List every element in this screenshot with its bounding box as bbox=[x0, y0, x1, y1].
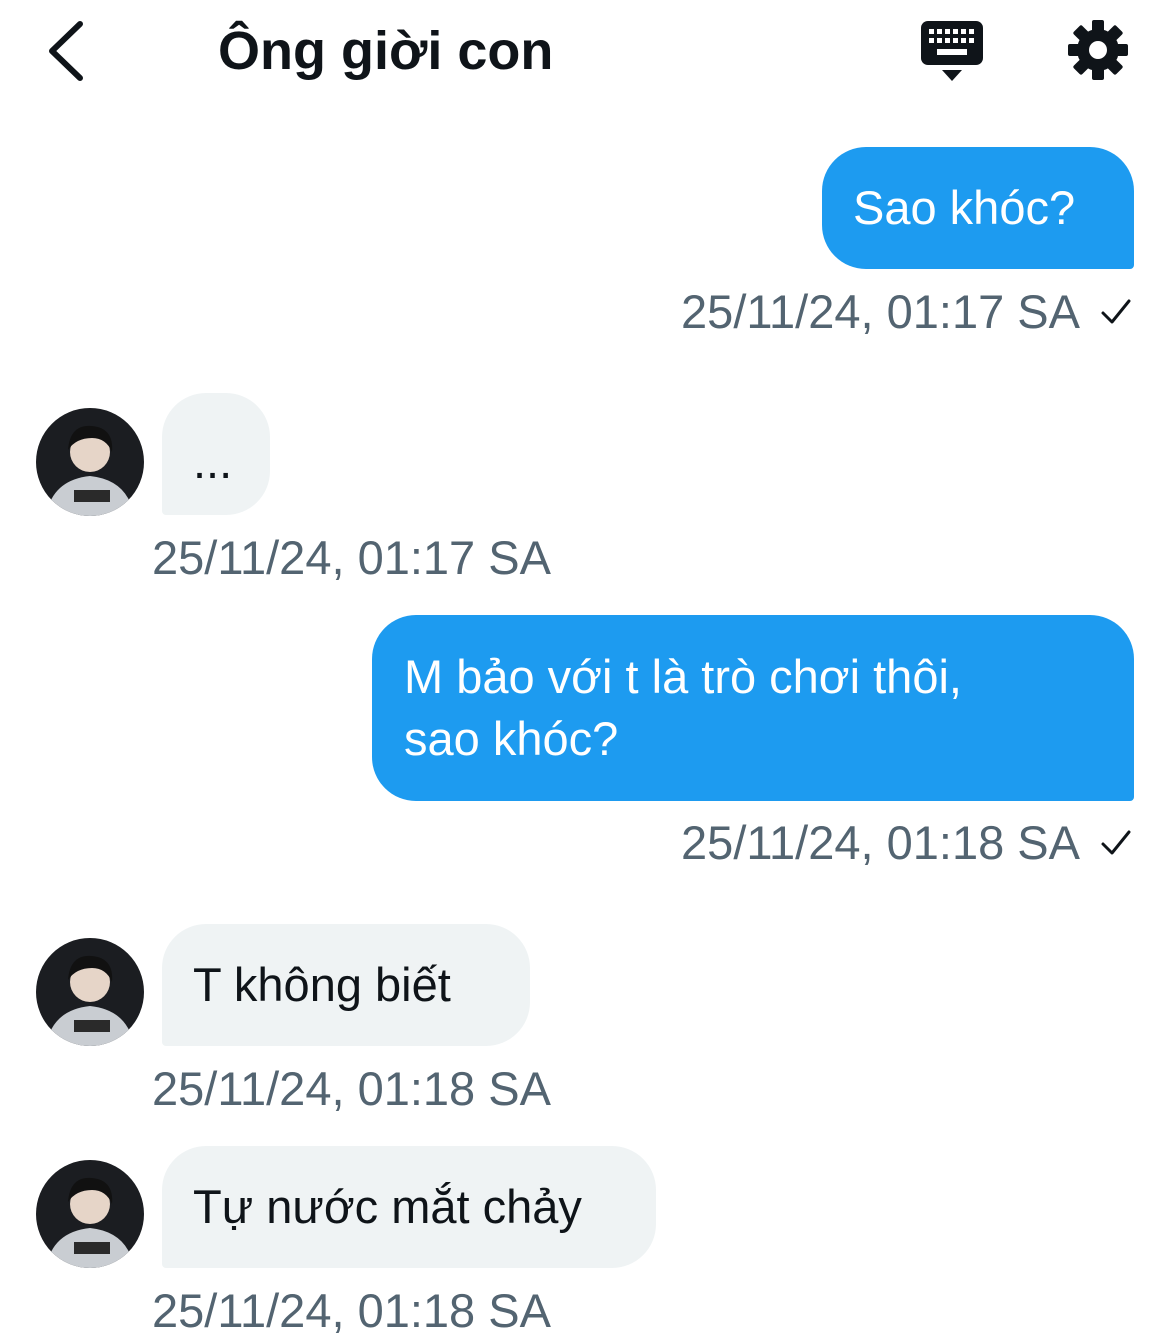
settings-button[interactable] bbox=[1064, 16, 1132, 84]
contact-avatar[interactable] bbox=[36, 1160, 144, 1268]
read-check-icon bbox=[1101, 299, 1131, 324]
message-timestamp: 25/11/24, 01:17 SA bbox=[681, 285, 1080, 338]
message-bubble-outgoing[interactable]: M bảo với t là trò chơi thôi, sao khóc? bbox=[372, 615, 1134, 801]
message-text-line: sao khóc? bbox=[404, 712, 619, 765]
message-timestamp: 25/11/24, 01:18 SA bbox=[152, 1284, 551, 1337]
back-button[interactable] bbox=[38, 14, 98, 88]
keyboard-icon bbox=[921, 21, 983, 81]
message-meta: 25/11/24, 01:17 SA bbox=[681, 284, 1132, 340]
avatar-photo-icon bbox=[36, 938, 144, 1046]
message-text: T không biết bbox=[193, 958, 451, 1011]
contact-avatar[interactable] bbox=[36, 408, 144, 516]
message-text: Tự nước mắt chảy bbox=[193, 1180, 582, 1233]
message-text: ... bbox=[193, 435, 233, 488]
conversation-header: Ông giời con bbox=[0, 0, 1170, 105]
message-timestamp: 25/11/24, 01:18 SA bbox=[681, 816, 1080, 869]
avatar-photo-icon bbox=[36, 1160, 144, 1268]
conversation-title[interactable]: Ông giời con bbox=[218, 18, 553, 84]
avatar-photo-icon bbox=[36, 408, 144, 516]
read-check-icon bbox=[1101, 830, 1131, 855]
message-bubble-outgoing[interactable]: Sao khóc? bbox=[822, 147, 1134, 269]
chevron-left-icon bbox=[49, 21, 83, 81]
message-text-line: M bảo với t là trò chơi thôi, bbox=[404, 650, 962, 703]
message-timestamp: 25/11/24, 01:17 SA bbox=[152, 531, 551, 584]
message-bubble-incoming[interactable]: ... bbox=[162, 393, 270, 515]
contact-avatar[interactable] bbox=[36, 938, 144, 1046]
message-bubble-incoming[interactable]: T không biết bbox=[162, 924, 530, 1046]
message-text: Sao khóc? bbox=[853, 181, 1076, 234]
keyboard-toggle-button[interactable] bbox=[918, 18, 990, 84]
message-meta: 25/11/24, 01:18 SA bbox=[681, 815, 1132, 871]
message-bubble-incoming[interactable]: Tự nước mắt chảy bbox=[162, 1146, 656, 1268]
gear-icon bbox=[1068, 20, 1128, 80]
message-timestamp: 25/11/24, 01:18 SA bbox=[152, 1062, 551, 1115]
